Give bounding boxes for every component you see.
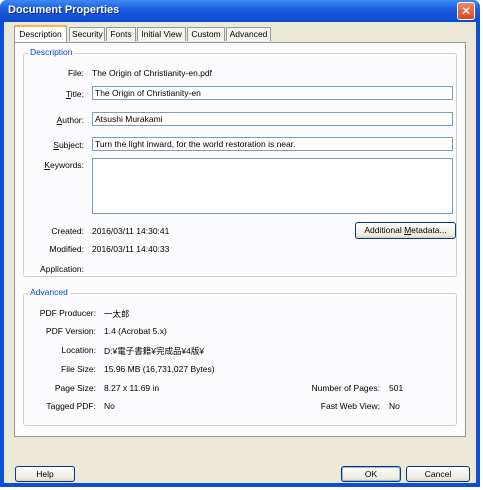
subject-field[interactable]: Turn the light inward, for the world res… [92,137,453,151]
file-size-label: File Size: [61,364,96,374]
close-icon[interactable]: ✕ [457,2,475,20]
description-group: Description File: The Origin of Christia… [23,47,457,277]
keywords-field[interactable] [92,158,453,214]
help-button[interactable]: Help [15,466,75,482]
location-label: Location: [61,345,97,355]
tab-advanced[interactable]: Advanced [226,27,271,41]
title-bar[interactable]: Document Properties ✕ [0,0,480,22]
author-field[interactable]: Atsushi Murakami [92,112,453,126]
tab-security[interactable]: Security [69,27,105,41]
window-title: Document Properties [8,4,120,16]
tagged-pdf-label: Tagged PDF: [46,401,96,411]
cancel-button[interactable]: Cancel [406,466,470,482]
pdf-producer-label: PDF Producer: [39,308,96,318]
created-value: 2016/03/11 14:30:41 [92,226,170,236]
keywords-label: Keywords: [44,160,84,170]
modified-label: Modified: [49,244,85,254]
subject-label: Subject: [53,140,84,150]
tab-custom[interactable]: Custom [187,27,225,41]
pdf-producer-value: 一太郎 [104,309,130,319]
fast-web-view-value: No [389,401,400,411]
author-label: Author: [56,115,84,125]
file-size-value: 15.96 MB (16,731,027 Bytes) [104,364,215,374]
page-size-label: Page Size: [54,383,96,393]
advanced-group: Advanced PDF Producer: 一太郎 PDF Version: … [23,287,457,426]
description-tab-panel: Description File: The Origin of Christia… [14,42,466,437]
number-of-pages-value: 501 [389,383,404,393]
pdf-version-value: 1.4 (Acrobat 5.x) [104,326,167,336]
pdf-version-label: PDF Version: [45,326,96,336]
file-label: File: [67,68,84,78]
application-label: Application: [40,264,84,274]
dialog-client-area: Description Security Fonts Initial View … [4,22,476,483]
page-size-value: 8.27 x 11.69 in [104,383,160,393]
advanced-group-title: Advanced [28,287,70,297]
tab-description[interactable]: Description [14,25,67,42]
tab-initial-view[interactable]: Initial View [137,27,186,41]
fast-web-view-label: Fast Web View: [320,401,380,411]
file-value: The Origin of Christianity-en.pdf [92,68,212,78]
document-properties-window: Document Properties ✕ Description Securi… [0,0,480,487]
tagged-pdf-value: No [104,401,115,411]
ok-button[interactable]: OK [341,466,401,482]
additional-metadata-button[interactable]: Additional Metadata... [355,222,456,239]
location-value: D:¥電子書籍¥完成品¥4版¥ [104,346,205,356]
tab-fonts[interactable]: Fonts [106,27,136,41]
title-field[interactable]: The Origin of Christianity-en [92,86,453,100]
title-label: Title: [65,89,84,99]
description-group-title: Description [28,47,75,57]
created-label: Created: [51,226,84,236]
modified-value: 2016/03/11 14:40:33 [92,244,170,254]
number-of-pages-label: Number of Pages: [311,383,380,393]
